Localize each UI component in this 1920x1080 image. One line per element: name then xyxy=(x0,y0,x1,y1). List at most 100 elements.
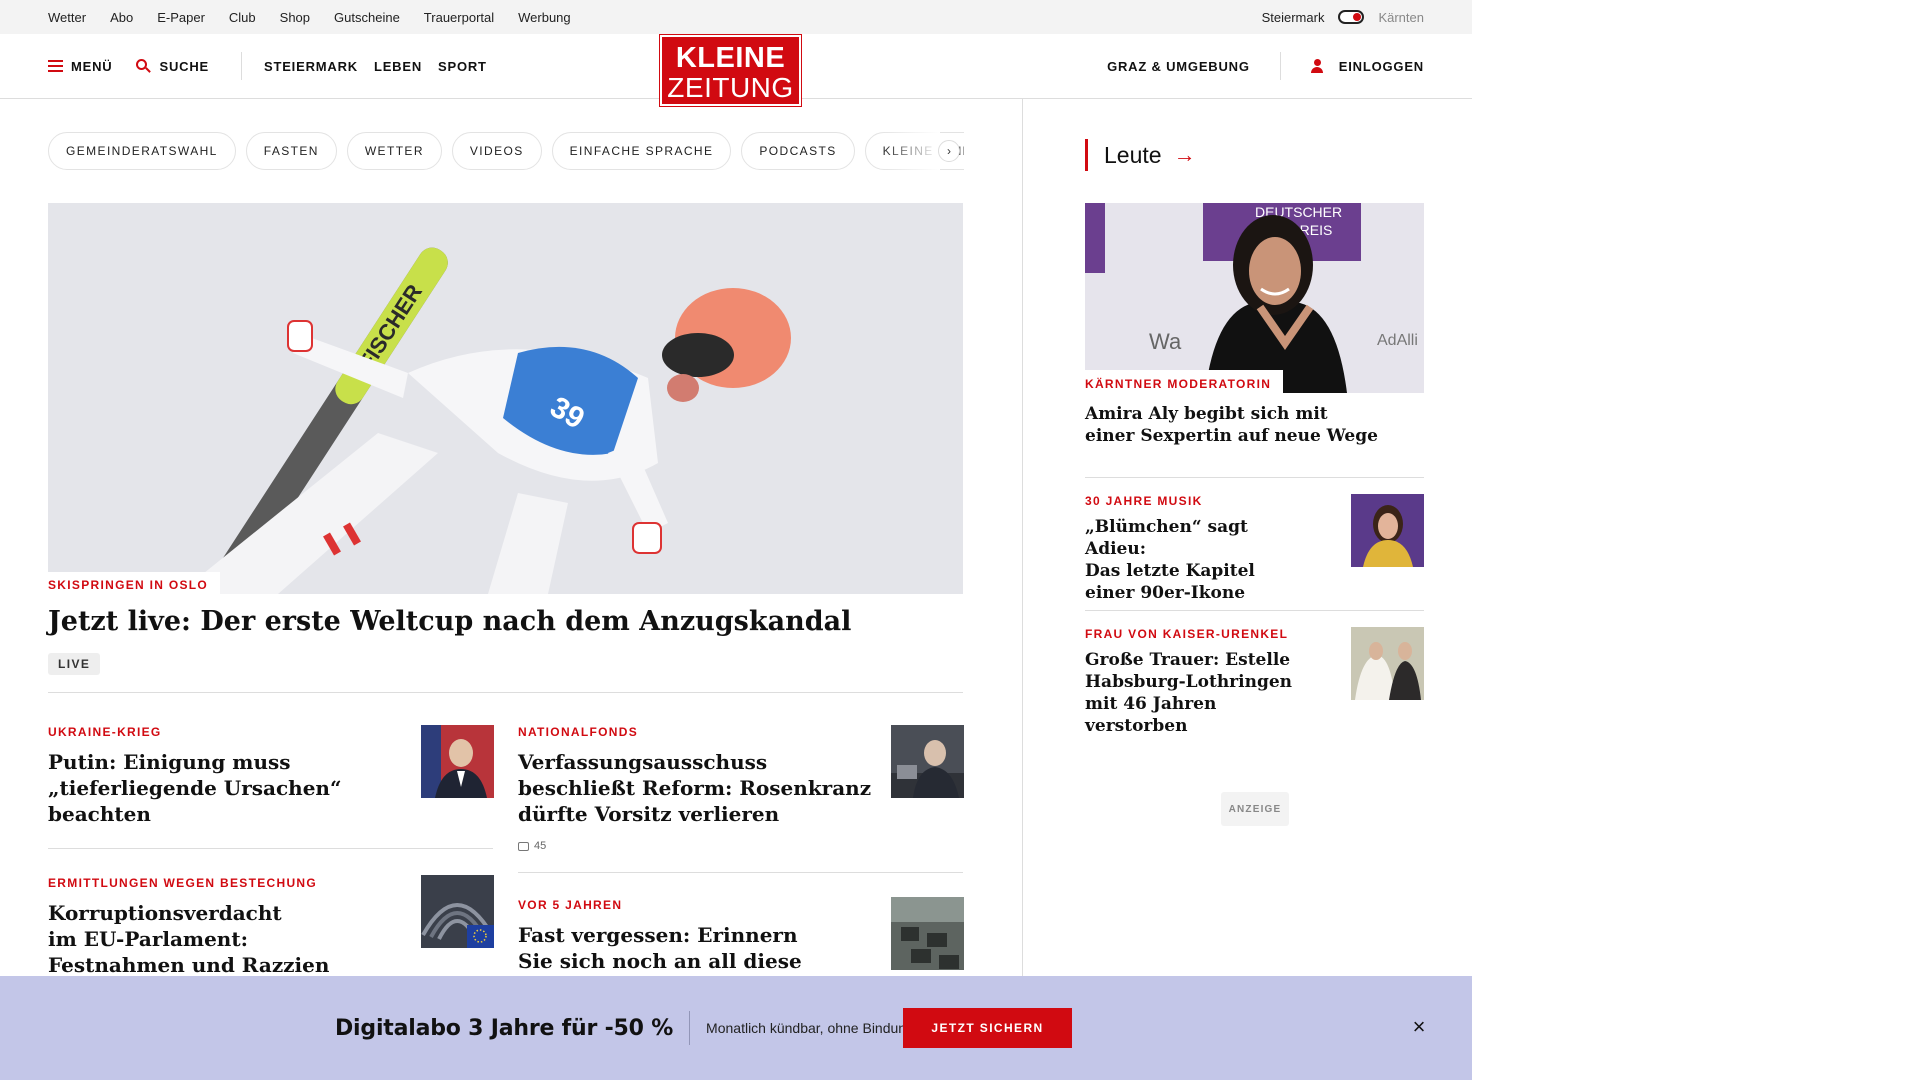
sidebar-main-kicker: KÄRNTNER MODERATORIN xyxy=(1085,370,1284,395)
nav-leben[interactable]: LEBEN xyxy=(374,59,422,74)
chips-next-button[interactable]: › xyxy=(938,140,960,162)
region-steiermark[interactable]: Steiermark xyxy=(1262,10,1325,25)
bluemchen-photo xyxy=(1351,494,1424,567)
title-line: Das letzte Kapitel xyxy=(1085,561,1255,581)
title-line: Festnahmen und Razzien xyxy=(48,953,330,977)
teaser-kicker: ERMITTLUNGEN WEGEN BESTECHUNG xyxy=(48,876,318,890)
section-leute-header[interactable]: Leute → xyxy=(1085,139,1196,171)
title-line: Putin: Einigung muss xyxy=(48,750,291,774)
title-line: Habsburg-Lothringen xyxy=(1085,672,1293,692)
utility-link-gutscheine[interactable]: Gutscheine xyxy=(334,10,400,25)
teaser-title: Verfassungsausschuss beschließt Reform: … xyxy=(518,749,878,827)
teaser-title: Korruptionsverdacht im EU-Parlament: Fes… xyxy=(48,900,408,978)
teaser-thumb-eu-parlament[interactable] xyxy=(421,875,494,948)
sidebar-thumb-habsburg[interactable] xyxy=(1351,627,1424,700)
chip-fasten[interactable]: FASTEN xyxy=(245,132,337,170)
promo-content: Digitalabo 3 Jahre für -50 % Monatlich k… xyxy=(335,976,918,1080)
image-text-left: Wa xyxy=(1149,329,1182,354)
utility-link-epaper[interactable]: E-Paper xyxy=(157,10,205,25)
main-header: MENÜ SUCHE STEIERMARK LEBEN SPORT KLEINE… xyxy=(0,34,1472,107)
menu-label: MENÜ xyxy=(71,58,113,74)
header-right: GRAZ & UMGEBUNG EINLOGGEN xyxy=(1107,34,1424,98)
logo-line-2: ZEITUNG xyxy=(667,72,794,103)
logo-line-1: KLEINE xyxy=(675,42,786,74)
login-button[interactable]: EINLOGGEN xyxy=(1310,58,1424,74)
teaser-vor-5-jahren[interactable]: VOR 5 JAHREN Fast vergessen: Erinnern Si… xyxy=(518,898,878,974)
teaser-divider xyxy=(518,872,963,873)
nav-steiermark[interactable]: STEIERMARK xyxy=(264,59,358,74)
promo-cta-button[interactable]: JETZT SICHERN xyxy=(903,1008,1072,1048)
hero-divider xyxy=(48,692,963,693)
teaser-divider xyxy=(48,848,493,849)
menu-button[interactable]: MENÜ xyxy=(48,59,112,74)
title-line: Korruptionsverdacht xyxy=(48,901,282,925)
hero-kicker: SKISPRINGEN IN OSLO xyxy=(48,572,221,596)
header-divider xyxy=(241,52,242,80)
teaser-thumb-putin[interactable] xyxy=(421,725,494,798)
chip-podcasts[interactable]: PODCASTS xyxy=(741,132,855,170)
user-icon xyxy=(1310,59,1323,73)
utility-link-wetter[interactable]: Wetter xyxy=(48,10,86,25)
chip-wetter[interactable]: WETTER xyxy=(346,132,442,170)
utility-link-trauerportal[interactable]: Trauerportal xyxy=(424,10,494,25)
utility-link-werbung[interactable]: Werbung xyxy=(518,10,571,25)
eu-parliament-photo xyxy=(421,875,494,948)
column-divider xyxy=(1022,99,1023,1080)
hamburger-icon xyxy=(48,60,63,72)
sidebar-divider xyxy=(1085,610,1424,611)
title-line: Große Trauer: Estelle xyxy=(1085,650,1291,670)
kleine-zeitung-logo[interactable]: KLEINE ZEITUNG xyxy=(659,34,802,107)
teaser-putin[interactable]: UKRAINE-KRIEG Putin: Einigung muss „tief… xyxy=(48,725,408,827)
teaser-nationalfonds[interactable]: NATIONALFONDS Verfassungsausschuss besch… xyxy=(518,725,878,827)
sidebar-main-image[interactable]: DEUTSCHER FUMPREIS Wa AdAlli xyxy=(1085,203,1424,393)
sidebar-thumb-bluemchen[interactable] xyxy=(1351,494,1424,567)
ski-jumper-illustration: FISCHER 39 xyxy=(48,203,963,594)
teaser-title: Fast vergessen: Erinnern Sie sich noch a… xyxy=(518,922,878,974)
chip-einfache-sprache[interactable]: EINFACHE SPRACHE xyxy=(551,132,732,170)
header-left: MENÜ SUCHE STEIERMARK LEBEN SPORT xyxy=(48,34,503,98)
subscription-promo-bar: Digitalabo 3 Jahre für -50 % Monatlich k… xyxy=(0,976,1472,1080)
comment-count[interactable]: 45 xyxy=(518,840,546,852)
region-toggle[interactable] xyxy=(1338,10,1365,24)
chips-fade xyxy=(880,131,940,171)
sidebar-main-title[interactable]: Amira Aly begibt sich mit einer Sexperti… xyxy=(1085,403,1385,447)
hero-headline[interactable]: Jetzt live: Der erste Weltcup nach dem A… xyxy=(48,605,948,639)
title-line: im EU-Parlament: xyxy=(48,927,248,951)
page: Wetter Abo E-Paper Club Shop Gutscheine … xyxy=(0,0,1472,1080)
topic-chips: GEMEINDERATSWAHL FASTEN WETTER VIDEOS EI… xyxy=(48,131,964,171)
wedding-photo xyxy=(1351,627,1424,700)
arrow-right-icon: → xyxy=(1173,142,1196,167)
utility-link-abo[interactable]: Abo xyxy=(110,10,133,25)
search-button[interactable]: SUCHE xyxy=(136,58,209,74)
nav-sport[interactable]: SPORT xyxy=(438,59,487,74)
sidebar-divider xyxy=(1085,477,1424,478)
close-icon[interactable]: × xyxy=(1408,1016,1430,1038)
title-line: dürfte Vorsitz verlieren xyxy=(518,802,780,826)
sidebar-teaser-title: Große Trauer: Estelle Habsburg-Lothringe… xyxy=(1085,649,1305,737)
title-line: Sie sich noch an all diese xyxy=(518,949,802,973)
utility-link-club[interactable]: Club xyxy=(229,10,256,25)
teaser-korruption[interactable]: ERMITTLUNGEN WEGEN BESTECHUNG Korruption… xyxy=(48,876,408,978)
utility-link-shop[interactable]: Shop xyxy=(280,10,310,25)
teaser-thumb-vor-5-jahren[interactable] xyxy=(891,897,964,970)
title-line: einer 90er-Ikone xyxy=(1085,583,1246,603)
sidebar-teaser-title: „Blümchen“ sagt Adieu: Das letzte Kapite… xyxy=(1085,516,1305,604)
title-line: Amira Aly begibt sich mit xyxy=(1085,404,1328,424)
region-kaernten[interactable]: Kärnten xyxy=(1378,10,1424,25)
hero-image[interactable]: FISCHER 39 xyxy=(48,203,963,594)
parliament-photo xyxy=(891,725,964,798)
region-graz-link[interactable]: GRAZ & UMGEBUNG xyxy=(1107,59,1250,74)
title-line: „tieferliegende Ursachen“ beachten xyxy=(48,776,342,826)
chip-gemeinderatswahl[interactable]: GEMEINDERATSWAHL xyxy=(48,132,236,170)
login-label: EINLOGGEN xyxy=(1338,58,1424,74)
teaser-kicker: VOR 5 JAHREN xyxy=(518,898,623,912)
teaser-thumb-nationalfonds[interactable] xyxy=(891,725,964,798)
promo-separator xyxy=(689,1011,691,1045)
chip-videos[interactable]: VIDEOS xyxy=(451,132,542,170)
comment-count-value: 45 xyxy=(534,840,547,852)
utility-links: Wetter Abo E-Paper Club Shop Gutscheine … xyxy=(48,0,595,34)
title-line: „Blümchen“ sagt Adieu: xyxy=(1085,517,1248,559)
amira-aly-photo: DEUTSCHER FUMPREIS Wa AdAlli xyxy=(1085,203,1424,393)
image-text-right: AdAlli xyxy=(1377,332,1418,349)
empty-chairs-photo xyxy=(891,897,964,970)
